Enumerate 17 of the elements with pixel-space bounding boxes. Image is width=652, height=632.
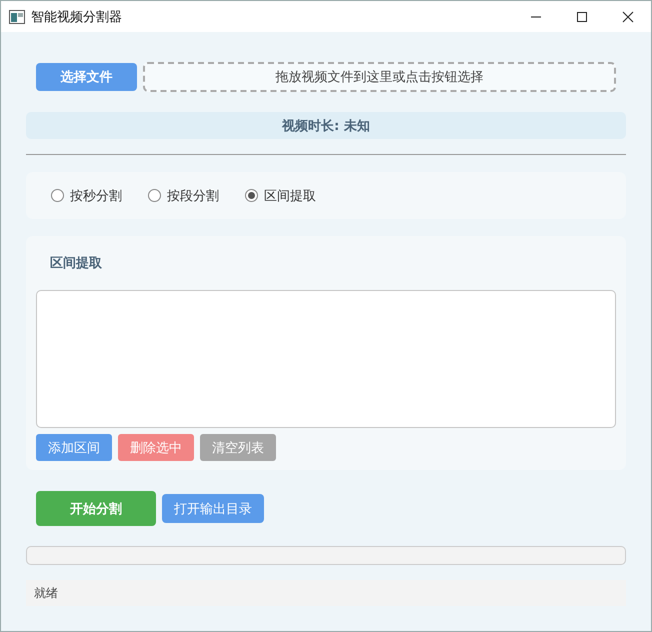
status-text: 就绪 [34, 584, 58, 602]
list-button[interactable]: 添加区间 [36, 434, 112, 461]
action-button[interactable]: 打开输出目录 [162, 494, 264, 523]
app-icon [9, 10, 25, 24]
mode-radio[interactable]: 按秒分割 [51, 186, 122, 204]
duration-label: 视频时长: 未知 [26, 112, 626, 139]
maximize-icon[interactable] [576, 10, 588, 22]
drop-zone[interactable]: 拖放视频文件到这里或点击按钮选择 [143, 62, 616, 92]
close-icon[interactable] [622, 10, 634, 22]
choose-file-button[interactable]: 选择文件 [36, 63, 137, 91]
mode-radio[interactable]: 按段分割 [148, 186, 219, 204]
section-title: 区间提取 [49, 255, 103, 273]
action-button[interactable]: 开始分割 [36, 491, 156, 526]
mode-radio[interactable]: 区间提取 [245, 186, 316, 204]
window-title: 智能视频分割器 [31, 8, 122, 26]
list-button[interactable]: 删除选中 [118, 434, 194, 461]
list-button[interactable]: 清空列表 [200, 434, 276, 461]
